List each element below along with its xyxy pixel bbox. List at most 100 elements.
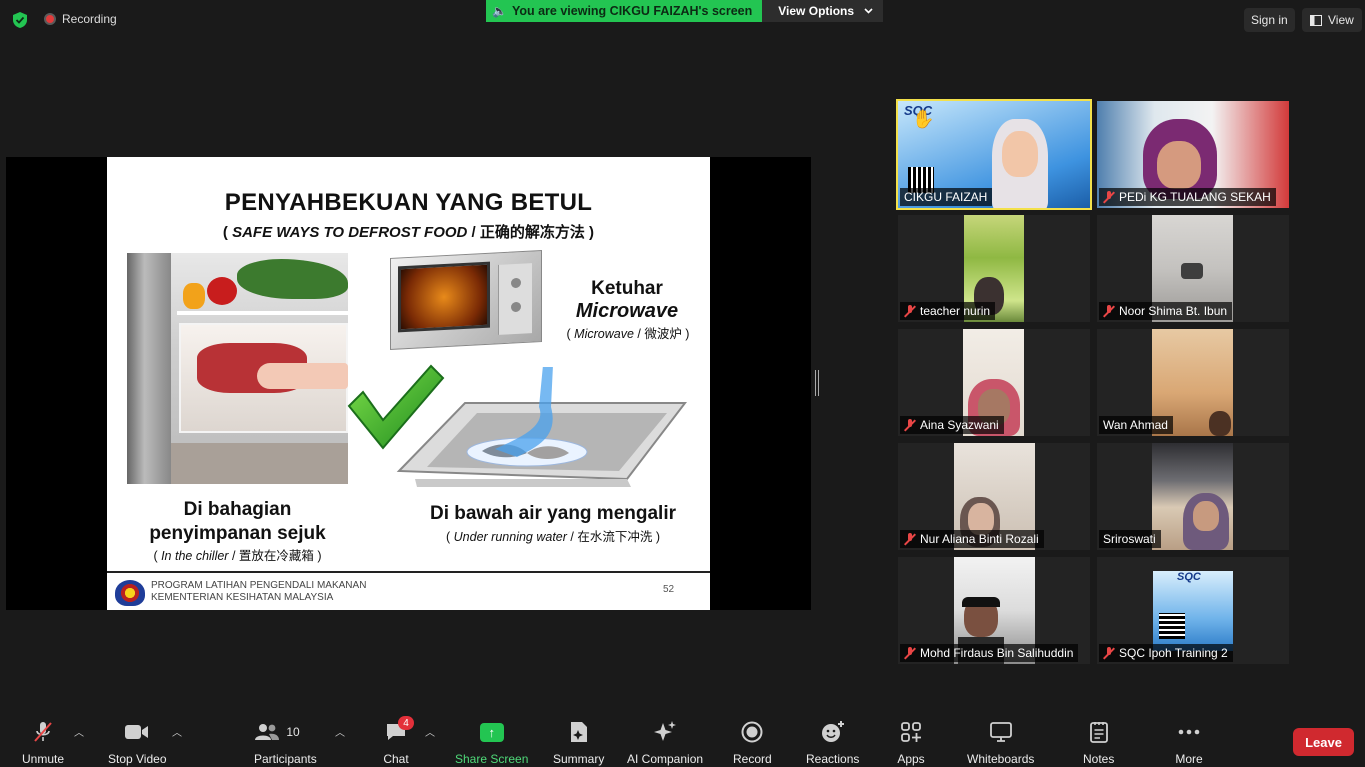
mic-off-icon (1103, 191, 1115, 203)
whiteboards-button[interactable]: Whiteboards (967, 720, 1034, 766)
fridge-photo (127, 253, 348, 484)
stop-video-button[interactable]: Stop Video (108, 720, 167, 766)
share-screen-button[interactable]: ↑ Share Screen (455, 720, 528, 766)
slide-footer: PROGRAM LATIHAN PENGENDALI MAKANAN KEMEN… (107, 571, 710, 610)
recording-icon (44, 13, 56, 25)
apps-button[interactable]: Apps (897, 720, 925, 766)
sign-in-label: Sign in (1251, 13, 1288, 27)
video-tile[interactable]: Wan Ahmad (1097, 329, 1289, 436)
microwave-caption: Ketuhar Microwave (575, 278, 679, 322)
video-tile[interactable]: Mohd Firdaus Bin Salihuddin (898, 557, 1090, 664)
participant-name-label: teacher nurin (900, 302, 996, 320)
participant-name-label: Noor Shima Bt. Ibun (1099, 302, 1233, 320)
participant-name-label: Mohd Firdaus Bin Salihuddin (900, 644, 1079, 662)
reactions-icon (819, 720, 847, 744)
raised-hand-icon: ✋ (912, 109, 935, 129)
shared-screen[interactable]: PENYAHBEKUAN YANG BETUL ( SAFE WAYS TO D… (6, 157, 811, 610)
apps-label: Apps (897, 752, 925, 766)
notes-icon (1085, 720, 1113, 744)
video-tile[interactable]: Nur Aliana Binti Rozali (898, 443, 1090, 550)
panel-resize-handle[interactable] (815, 370, 819, 396)
presentation-slide: PENYAHBEKUAN YANG BETUL ( SAFE WAYS TO D… (107, 157, 710, 610)
chat-badge: 4 (398, 716, 414, 730)
ai-companion-label: AI Companion (627, 752, 704, 766)
video-tile[interactable]: PEDi KG TUALANG SEKAH (1097, 101, 1289, 208)
top-bar: Recording 🔈 You are viewing CIKGU FAIZAH… (0, 0, 1365, 40)
whiteboard-icon (987, 720, 1015, 744)
sqc-logo-text: SQC (1177, 571, 1201, 583)
chat-icon: 4 (382, 716, 414, 744)
zoom-meeting-window: Recording 🔈 You are viewing CIKGU FAIZAH… (0, 0, 1365, 767)
whiteboards-label: Whiteboards (967, 752, 1035, 766)
viewing-text: You are viewing CIKGU FAIZAH's screen (511, 4, 753, 18)
video-tile[interactable]: teacher nurin (898, 215, 1090, 322)
sign-in-button[interactable]: Sign in (1244, 8, 1295, 32)
participant-name-label: Nur Aliana Binti Rozali (900, 530, 1044, 548)
chat-label: Chat (383, 752, 409, 766)
record-button[interactable]: Record (733, 720, 772, 766)
summary-icon (565, 720, 593, 744)
chat-options-caret[interactable]: ︿ (425, 724, 435, 739)
participant-name-label: Sriroswati (1099, 530, 1161, 548)
more-button[interactable]: More (1175, 720, 1203, 766)
video-tile[interactable]: SQC ✋ CIKGU FAIZAH (896, 99, 1092, 210)
unmute-label: Unmute (22, 752, 65, 766)
summary-label: Summary (553, 752, 605, 766)
participants-icon: 10 (254, 720, 316, 744)
video-icon (123, 720, 151, 744)
mic-off-icon (904, 647, 916, 659)
share-screen-icon: ↑ (479, 722, 504, 742)
participant-name-label: CIKGU FAIZAH (900, 188, 993, 206)
notes-button[interactable]: Notes (1083, 720, 1114, 766)
more-icon (1175, 720, 1203, 744)
reactions-label: Reactions (806, 752, 860, 766)
video-tile[interactable]: Noor Shima Bt. Ibun (1097, 215, 1289, 322)
recording-indicator[interactable]: Recording (44, 12, 117, 26)
viewing-banner: 🔈 You are viewing CIKGU FAIZAH's screen … (486, 0, 884, 22)
video-tile[interactable]: SQC SQC Ipoh Training 2 (1097, 557, 1289, 664)
slide-subtitle: ( SAFE WAYS TO DEFROST FOOD / 正确的解冻方法 ) (222, 224, 595, 241)
microwave-subcaption: ( Microwave / 微波炉 ) (566, 327, 690, 341)
reactions-button[interactable]: Reactions (806, 720, 859, 766)
participants-button[interactable]: 10 Participants (254, 720, 317, 766)
mic-off-icon (1103, 647, 1115, 659)
mic-off-icon (1103, 305, 1115, 317)
viewing-indicator: 🔈 You are viewing CIKGU FAIZAH's screen (486, 0, 763, 22)
leave-button[interactable]: Leave (1293, 728, 1354, 756)
chevron-down-icon (864, 8, 873, 14)
slide-title: PENYAHBEKUAN YANG BETUL (224, 189, 593, 216)
view-grid-icon (1310, 14, 1322, 26)
video-tile[interactable]: Aina Syazwani (898, 329, 1090, 436)
view-label: View (1328, 13, 1354, 27)
mic-off-icon (29, 720, 57, 744)
water-subcaption: ( Under running water / 在水流下冲洗 ) (446, 530, 660, 544)
shield-icon[interactable] (12, 11, 28, 29)
view-options-button[interactable]: View Options (762, 0, 884, 22)
mic-off-icon (904, 419, 916, 431)
participant-name-label: PEDi KG TUALANG SEKAH (1099, 188, 1276, 206)
leave-label: Leave (1305, 734, 1342, 750)
more-label: More (1175, 752, 1203, 766)
speaker-icon: 🔈 (492, 4, 507, 18)
chiller-caption: Di bahagian penyimpanan sejuk (149, 499, 326, 544)
participants-options-caret[interactable]: ︿ (335, 724, 345, 739)
audio-options-caret[interactable]: ︿ (74, 724, 84, 739)
video-options-caret[interactable]: ︿ (172, 724, 182, 739)
video-tile[interactable]: Sriroswati (1097, 443, 1289, 550)
mic-off-icon (904, 305, 916, 317)
unmute-button[interactable]: Unmute (22, 720, 64, 766)
water-caption: Di bawah air yang mengalir (429, 503, 677, 524)
malaysia-crest-logo (115, 580, 145, 606)
record-icon (738, 720, 766, 744)
stop-video-label: Stop Video (108, 752, 167, 766)
summary-button[interactable]: Summary (553, 720, 604, 766)
participant-name-label: Wan Ahmad (1099, 416, 1173, 434)
chat-button[interactable]: 4 Chat (382, 716, 414, 766)
ai-companion-button[interactable]: AI Companion (627, 720, 703, 766)
sink-running-water-image (396, 367, 687, 487)
qr-code (1159, 613, 1185, 639)
notes-label: Notes (1083, 752, 1115, 766)
view-button[interactable]: View (1302, 8, 1362, 32)
share-screen-label: Share Screen (455, 752, 529, 766)
mic-off-icon (904, 533, 916, 545)
